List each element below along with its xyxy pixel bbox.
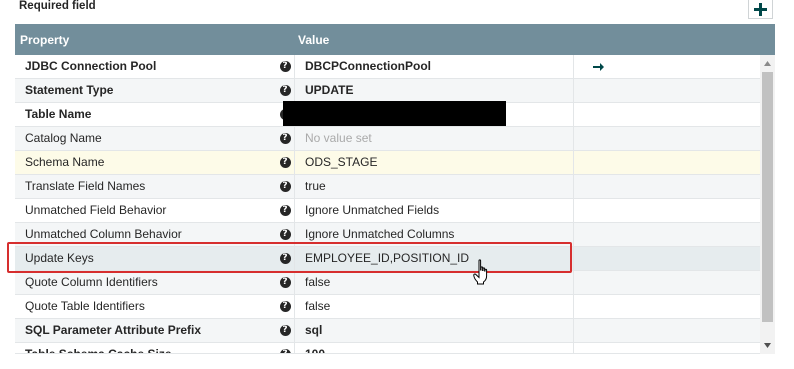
scroll-up-icon[interactable] [760,55,775,72]
table-row[interactable]: Quote Column Identifiers? false [15,271,760,295]
help-button[interactable]: ? [275,295,295,318]
property-name: JDBC Connection Pool [25,59,157,73]
column-header-value[interactable]: Value [298,33,329,47]
help-button[interactable]: ? [275,175,295,198]
table-row[interactable]: SQL Parameter Attribute Prefix? sql [15,319,760,343]
table-row[interactable]: JDBC Connection Pool? DBCPConnectionPool [15,55,760,79]
property-name: Table Schema Cache Size [25,347,172,354]
question-circle-icon: ? [279,229,291,240]
question-circle-icon: ? [279,301,291,312]
question-circle-icon: ? [279,157,291,168]
table-body: JDBC Connection Pool? DBCPConnectionPool S… [15,55,760,354]
property-name: Unmatched Field Behavior [25,203,167,217]
property-name: Quote Column Identifiers [25,275,158,289]
table-row[interactable]: Catalog Name? No value set [15,127,760,151]
property-value[interactable]: No value set [305,127,573,150]
property-value[interactable]: UPDATE [305,79,573,102]
scrollbar-thumb[interactable] [762,72,773,322]
question-circle-icon: ? [279,277,291,288]
table-row[interactable]: Unmatched Field Behavior? Ignore Unmatche… [15,199,760,223]
property-name: Quote Table Identifiers [25,299,145,313]
question-circle-icon: ? [279,325,291,336]
property-name: Translate Field Names [25,179,146,193]
help-button[interactable]: ? [275,55,295,78]
table-row[interactable]: Statement Type? UPDATE [15,79,760,103]
help-button[interactable]: ? [275,127,295,150]
required-field-label: Required field [19,0,96,12]
property-value[interactable]: sql [305,319,573,342]
table-row[interactable]: Table Schema Cache Size? 100 [15,343,760,354]
property-name: Statement Type [25,83,114,97]
question-circle-icon: ? [279,181,291,192]
plus-icon [754,2,767,16]
go-to-arrow-icon[interactable] [583,55,613,78]
add-property-button[interactable] [748,0,773,19]
help-button[interactable]: ? [275,319,295,342]
table-row[interactable]: Quote Table Identifiers? false [15,295,760,319]
question-circle-icon: ? [279,205,291,216]
property-value[interactable]: Ignore Unmatched Fields [305,199,573,222]
table-row[interactable]: Translate Field Names? true [15,175,760,199]
property-value[interactable]: ODS_STAGE [305,151,573,174]
property-value[interactable]: true [305,175,573,198]
table-row[interactable]: Schema Name? ODS_STAGE [15,151,760,175]
help-button[interactable]: ? [275,343,295,353]
property-value[interactable]: 100 [305,343,573,353]
help-button[interactable]: ? [275,199,295,222]
property-name: Table Name [25,107,92,121]
property-name: Catalog Name [25,131,102,145]
question-circle-icon: ? [279,133,291,144]
help-button[interactable]: ? [275,271,295,294]
help-button[interactable]: ? [275,151,295,174]
property-name: SQL Parameter Attribute Prefix [25,323,202,337]
properties-table: Property Value JDBC Connection Pool? DBCP… [15,24,775,354]
question-circle-icon: ? [279,349,291,353]
property-value[interactable]: false [305,271,573,294]
property-value[interactable]: DBCPConnectionPool [305,55,573,78]
property-value[interactable]: false [305,295,573,318]
hand-pointer-icon [473,259,493,288]
question-circle-icon: ? [279,85,291,96]
scroll-down-icon[interactable] [760,337,775,354]
vertical-scrollbar[interactable] [760,55,775,354]
redacted-value-block [283,101,506,126]
table-header: Property Value [15,24,775,55]
property-name: Schema Name [25,155,105,169]
help-button[interactable]: ? [275,79,295,102]
column-header-property[interactable]: Property [20,33,69,47]
question-circle-icon: ? [279,61,291,72]
